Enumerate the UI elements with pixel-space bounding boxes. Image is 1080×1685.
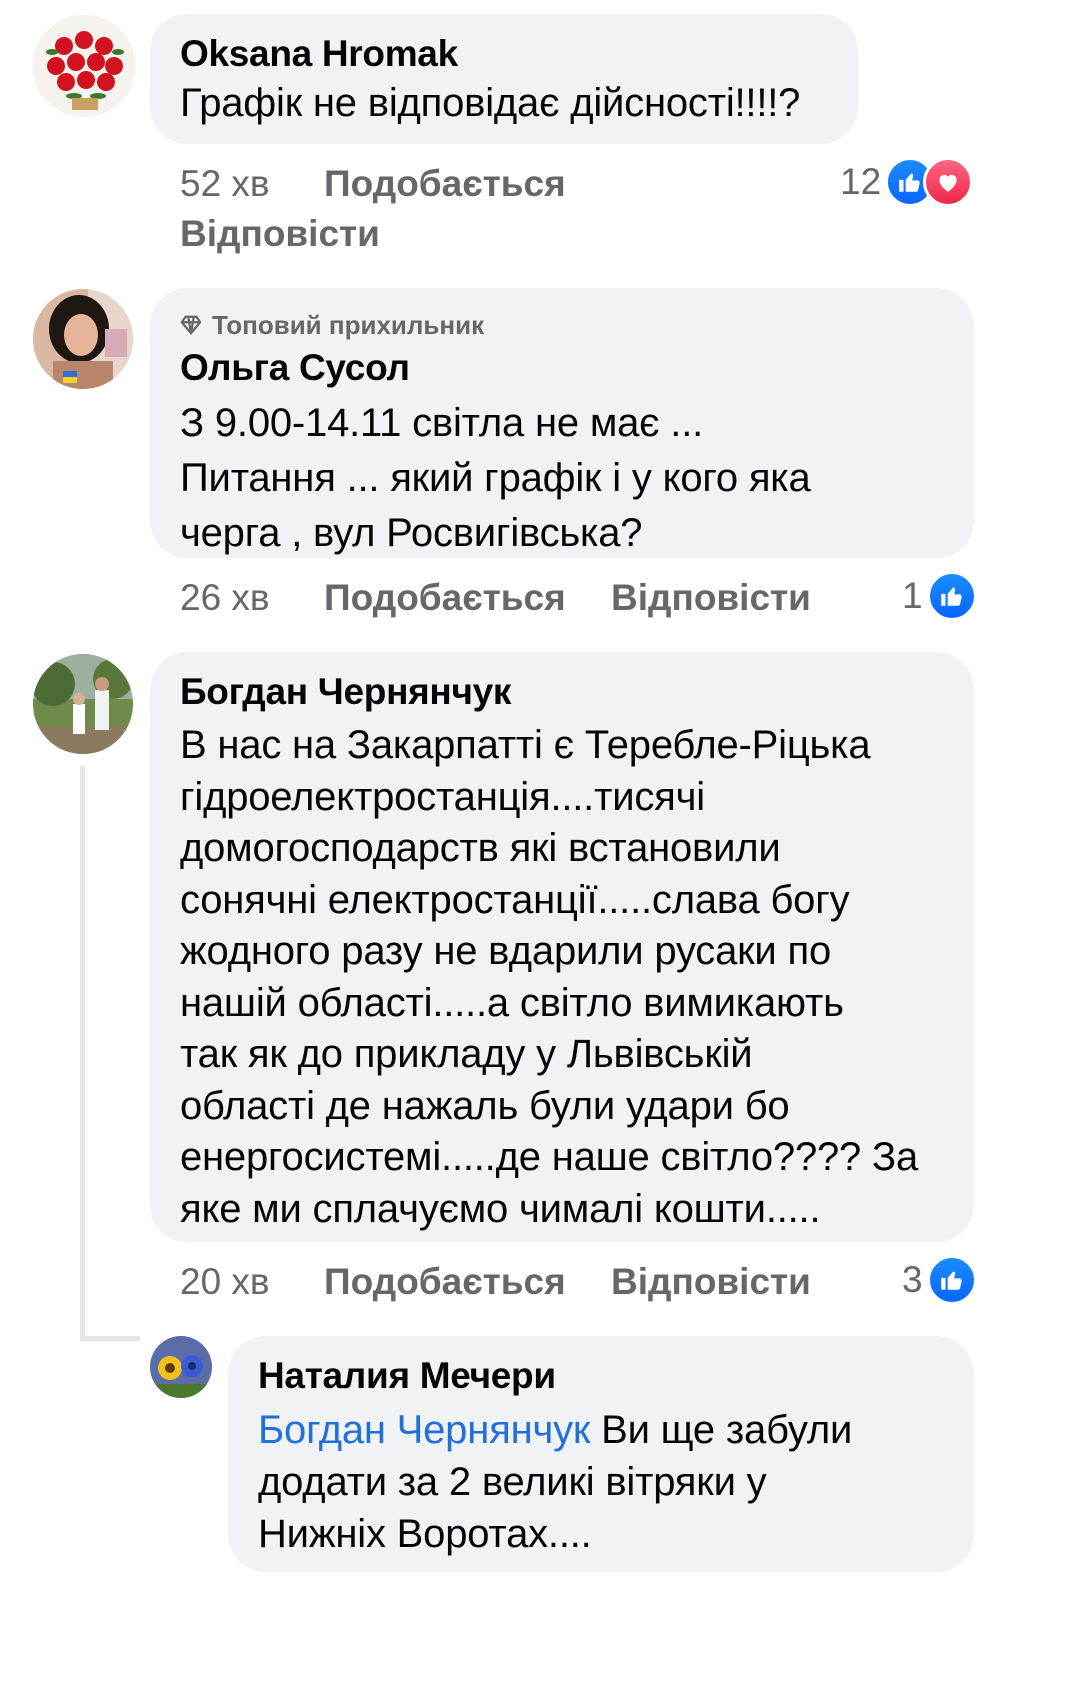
comment-text-line: сонячні електростанції.....слава богу (180, 877, 850, 922)
comment-text-line: додати за 2 великі вітряки у (258, 1460, 767, 1504)
comment-bubble: Богдан Чернянчук В нас на Закарпатті є Т… (150, 652, 974, 1242)
comment-time[interactable]: 26 хв (180, 576, 270, 620)
badge-label: Топовий прихильник (212, 310, 485, 340)
avatar[interactable] (150, 1336, 212, 1398)
comment-text-line: Питання ... який графік і у кого яка (180, 456, 811, 500)
reaction-summary[interactable]: 12 (840, 157, 974, 207)
comment-text-line: В нас на Закарпатті є Теребле-Ріцька (180, 723, 871, 767)
roses-avatar-image (34, 16, 134, 116)
comment-text: В нас на Закарпатті є Теребле-Ріцька гід… (180, 720, 944, 1235)
diamond-icon (180, 315, 202, 335)
comment-author[interactable]: Наталия Мечери (258, 1354, 944, 1398)
comment-text-line: нашій області.....а світло вимикають (180, 980, 844, 1025)
mention-link[interactable]: Богдан Чернянчук (258, 1408, 590, 1452)
reply-button[interactable]: Відповісти (611, 1260, 811, 1304)
comment-text-line: черга , вул Росвигівська? (180, 511, 643, 555)
woman-avatar-image (33, 289, 133, 389)
comment-bubble: Топовий прихильник Ольга Сусол З 9.00-14… (150, 288, 974, 558)
comment-text-line: гідроелектростанція....тисячі (180, 774, 705, 819)
thread-line (80, 766, 85, 1341)
park-avatar-image (33, 654, 133, 754)
like-icon (926, 571, 977, 621)
comment-author[interactable]: Ольга Сусол (180, 346, 944, 390)
reply-button[interactable]: Відповісти (611, 576, 811, 620)
reaction-count: 12 (840, 161, 882, 202)
comment-text-line: Нижніх Воротах.... (258, 1512, 592, 1556)
comment-text: З 9.00-14.11 світла не має ... Питання .… (180, 396, 944, 561)
comment-text-segment: Ви ще забули (590, 1408, 853, 1452)
comment-text-line: енергосистемі.....де наше світло???? За (180, 1135, 919, 1179)
like-icon (926, 1255, 977, 1305)
comment-bubble: Oksana Hromak Графік не відповідає дійсн… (150, 14, 858, 144)
comment-text: Графік не відповідає дійсності!!!!? (180, 76, 828, 131)
reaction-summary[interactable]: 3 (902, 1255, 977, 1305)
like-button[interactable]: Подобається (324, 1260, 566, 1304)
reaction-summary[interactable]: 1 (902, 571, 977, 621)
reaction-count: 3 (902, 1259, 923, 1300)
comment-time[interactable]: 52 хв (180, 162, 270, 206)
comment-author[interactable]: Богдан Чернянчук (180, 670, 944, 714)
comment-text-line: яке ми сплачуємо чималі кошти..... (180, 1186, 821, 1231)
love-icon (923, 157, 974, 207)
avatar[interactable] (33, 15, 135, 117)
top-fan-badge[interactable]: Топовий прихильник (180, 308, 944, 342)
avatar[interactable] (33, 289, 133, 389)
comment-text-line: Графік не відповідає дійсності!!!!? (180, 81, 801, 125)
comment-time[interactable]: 20 хв (180, 1260, 270, 1304)
comment-text-line: З 9.00-14.11 світла не має ... (180, 401, 704, 445)
sunflower-avatar-image (150, 1336, 212, 1398)
comment-text: Богдан Чернянчук Ви ще забули додати за … (258, 1404, 944, 1560)
reply-button[interactable]: Відповісти (180, 212, 380, 256)
comment-author[interactable]: Oksana Hromak (180, 32, 828, 76)
comment-text-line: так як до прикладу у Львівській (180, 1032, 753, 1076)
comment-text-line: жодного разу не вдарили русаки по (180, 929, 831, 973)
comment-text-line: домогосподарств які встановили (180, 826, 781, 870)
avatar[interactable] (33, 654, 133, 754)
comment-text-line: області де нажаль були удари бо (180, 1083, 790, 1128)
thread-line (80, 1336, 140, 1341)
comment-bubble: Наталия Мечери Богдан Чернянчук Ви ще за… (228, 1336, 974, 1572)
like-button[interactable]: Подобається (324, 162, 566, 206)
like-button[interactable]: Подобається (324, 576, 566, 620)
comment-text-line: Богдан Чернянчук Ви ще забули (258, 1404, 944, 1456)
reaction-count: 1 (902, 575, 923, 616)
